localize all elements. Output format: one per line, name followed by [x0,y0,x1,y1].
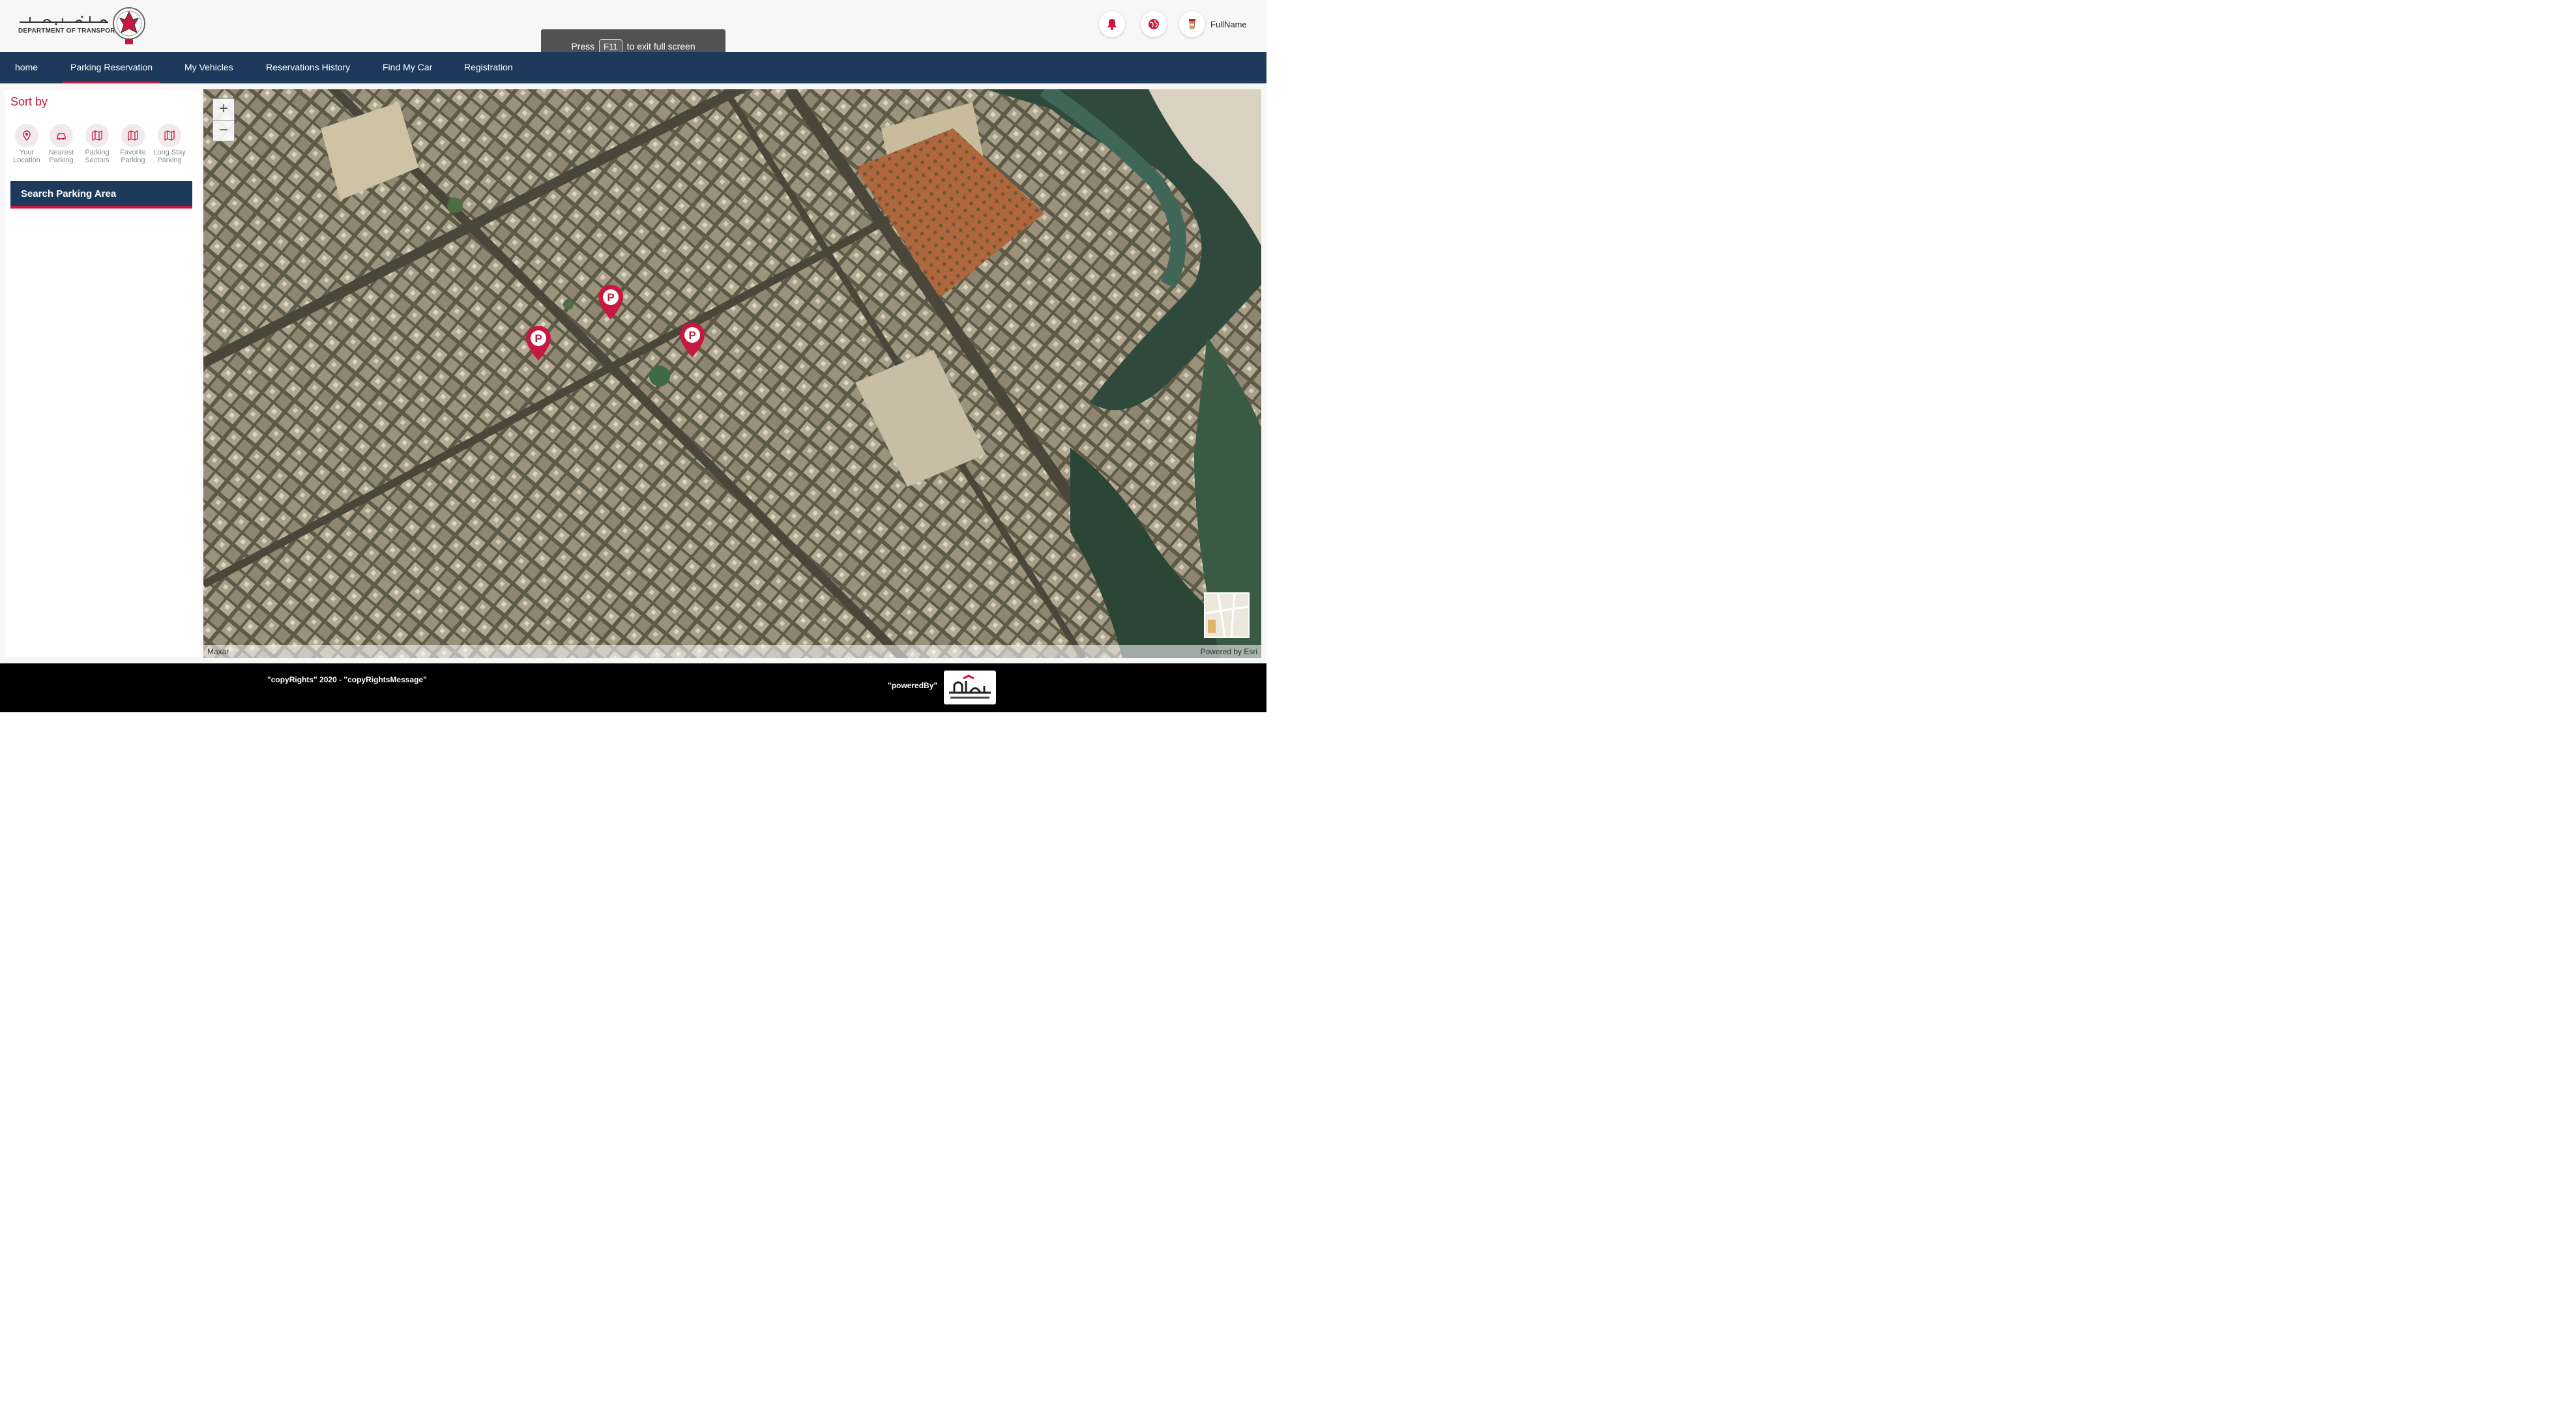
sort-label: Nearest Parking [48,149,74,164]
logo-english-text: DEPARTMENT OF TRANSPORT [18,27,119,35]
nav-home[interactable]: home [7,52,46,83]
app-window: DEPARTMENT OF TRANSPORT Press F11 to exi… [0,0,1266,712]
satellite-imagery [203,89,1261,658]
main-nav: home Parking Reservation My Vehicles Res… [0,52,1266,83]
toast-suffix-text: to exit full screen [626,41,695,51]
sort-parking-sectors[interactable]: Parking Sectors [79,124,115,164]
powered-by-text: "poweredBy" [888,681,938,690]
parking-marker-label: P [688,329,695,341]
sort-label: Your Location [13,149,40,164]
sidebar: Sort by Your Location Nearest Parking Park… [5,90,201,657]
falcon-emblem-icon [113,7,145,44]
bell-icon [1107,19,1117,30]
parking-marker[interactable]: P [524,325,553,362]
sort-label: Long Stay Parking [153,149,186,164]
header: DEPARTMENT OF TRANSPORT Press F11 to exi… [0,0,1266,63]
user-name[interactable]: FullName [1210,20,1247,29]
nav-reservations-history[interactable]: Reservations History [258,52,358,83]
globe-icon [1149,19,1159,29]
attribution-powered[interactable]: Powered by Esri [1201,647,1257,656]
nav-my-vehicles[interactable]: My Vehicles [177,52,241,83]
copyright-text: "copyRights" 2020 - "copyRightsMessage" [267,675,427,684]
search-parking-area-button[interactable]: Search Parking Area [10,181,192,209]
toast-press-text: Press [571,41,595,51]
user-emblem-icon [1189,19,1195,29]
powered-by-logo-icon [949,674,991,699]
footer: "copyRights" 2020 - "copyRightsMessage" … [0,663,1266,712]
nav-parking-reservation[interactable]: Parking Reservation [63,52,161,83]
sort-by-title: Sort by [10,95,48,108]
department-of-transport-logo[interactable]: DEPARTMENT OF TRANSPORT [17,4,147,47]
satellite-map[interactable]: + − P P P Maxar Powered by Esri [203,89,1261,658]
notifications-button[interactable] [1099,11,1125,37]
parking-marker-label: P [534,332,542,345]
arabic-logo-text [20,16,108,25]
parking-marker[interactable]: P [678,321,707,359]
map-icon [158,124,181,147]
sort-long-stay-parking[interactable]: Long Stay Parking [151,124,188,164]
sort-your-location[interactable]: Your Location [8,124,45,164]
sort-favorite-parking[interactable]: Favorite Parking [115,124,151,164]
map-icon [85,124,109,147]
nav-find-my-car[interactable]: Find My Car [375,52,440,83]
map-attribution: Maxar Powered by Esri [203,645,1261,658]
zoom-in-button[interactable]: + [213,99,234,120]
sort-label: Favorite Parking [120,149,146,164]
nav-registration[interactable]: Registration [456,52,521,83]
sort-label: Parking Sectors [85,149,110,164]
street-map-thumbnail-icon [1205,593,1249,637]
zoom-controls: + − [212,98,235,141]
attribution-source: Maxar [207,647,229,656]
user-avatar[interactable] [1179,11,1205,37]
zoom-out-button[interactable]: − [213,120,234,141]
sort-nearest-parking[interactable]: Nearest Parking [43,124,80,164]
map-icon [121,124,145,147]
language-button[interactable] [1141,11,1167,37]
powered-by-logo[interactable] [944,671,996,704]
basemap-toggle-button[interactable] [1204,592,1250,638]
location-icon [15,124,38,147]
parking-marker[interactable]: P [596,283,625,321]
car-icon [50,124,73,147]
parking-marker-label: P [607,291,614,304]
